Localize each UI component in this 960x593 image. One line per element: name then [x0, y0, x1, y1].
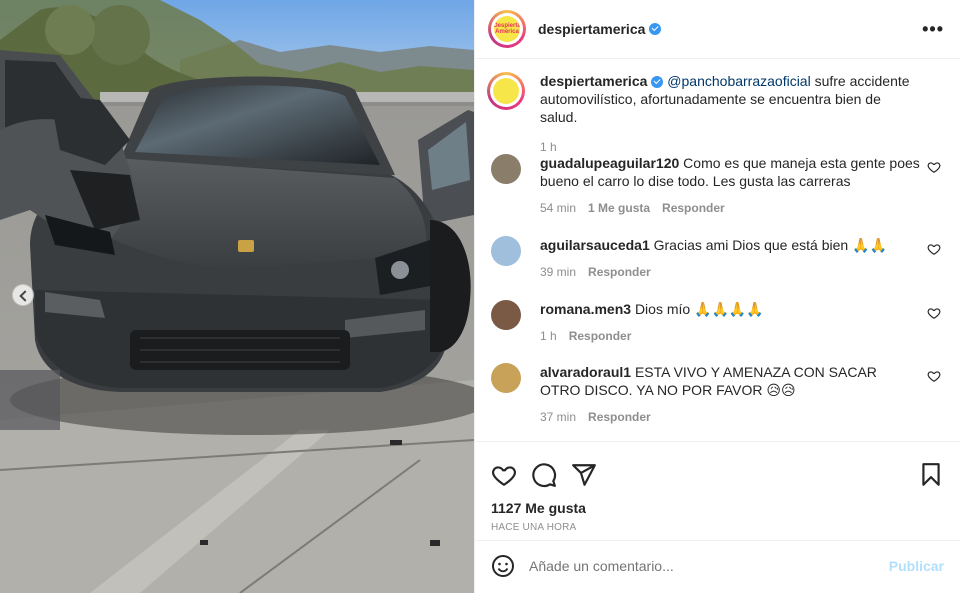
avatar-logo-text: Despierta América — [494, 23, 520, 35]
comment-username[interactable]: guadalupeaguilar120 — [540, 155, 679, 171]
verified-icon — [649, 23, 662, 35]
comment-like-icon[interactable] — [927, 369, 941, 383]
likes-count[interactable]: 1127 Me gusta — [475, 494, 960, 516]
comment-body: Dios mío 🙏🙏🙏🙏 — [634, 301, 764, 317]
bookmark-icon[interactable] — [918, 462, 944, 488]
avatar[interactable]: Despierta América — [488, 10, 526, 48]
post-details-panel: Despierta América despiertamerica ••• de… — [474, 0, 960, 593]
comment-time[interactable]: 54 min — [540, 201, 576, 215]
post-caption: despiertamerica @panchobarrazaoficial su… — [487, 72, 949, 154]
comment-avatar[interactable] — [491, 236, 521, 266]
comment-time[interactable]: 1 h — [540, 329, 557, 343]
comment-item: guadalupeaguilar120 Como es que maneja e… — [491, 154, 949, 215]
comments-list[interactable]: despiertamerica @panchobarrazaoficial su… — [475, 60, 960, 440]
reply-button[interactable]: Responder — [588, 265, 651, 279]
header-username[interactable]: despiertamerica — [538, 21, 645, 37]
post-date: HACE UNA HORA — [491, 522, 577, 533]
more-options-icon[interactable]: ••• — [922, 19, 944, 40]
comment-body: Gracias ami Dios que está bien 🙏🙏 — [653, 237, 887, 253]
post-header: Despierta América despiertamerica ••• — [475, 0, 960, 59]
caption-avatar[interactable] — [487, 72, 525, 110]
comment-likes[interactable]: 1 Me gusta — [588, 201, 650, 215]
heart-icon[interactable] — [491, 462, 517, 488]
caption-text: despiertamerica @panchobarrazaoficial su… — [540, 72, 920, 126]
comment-avatar[interactable] — [491, 363, 521, 393]
emoji-icon[interactable] — [491, 554, 515, 578]
publish-button[interactable]: Publicar — [889, 558, 944, 574]
add-comment-bar: Publicar — [475, 540, 960, 591]
post-image[interactable] — [0, 0, 474, 593]
comment-text: alvaradoraul1 ESTA VIVO Y AMENAZA CON SA… — [540, 363, 920, 399]
comment-avatar[interactable] — [491, 154, 521, 184]
comment-text: romana.men3 Dios mío 🙏🙏🙏🙏 — [540, 300, 920, 318]
comment-username[interactable]: aguilarsauceda1 — [540, 237, 650, 253]
comment-time[interactable]: 39 min — [540, 265, 576, 279]
comment-time[interactable]: 37 min — [540, 410, 576, 424]
crashed-car-photo — [0, 0, 474, 593]
comment-icon[interactable] — [531, 462, 557, 488]
reply-button[interactable]: Responder — [662, 201, 725, 215]
comment-username[interactable]: alvaradoraul1 — [540, 364, 631, 380]
comment-item: alvaradoraul1 ESTA VIVO Y AMENAZA CON SA… — [491, 363, 949, 424]
comment-text: guadalupeaguilar120 Como es que maneja e… — [540, 154, 920, 190]
post-actions: 1127 Me gusta HACE UNA HORA — [475, 441, 960, 533]
comment-input[interactable] — [529, 558, 889, 574]
comment-like-icon[interactable] — [927, 242, 941, 256]
reply-button[interactable]: Responder — [588, 410, 651, 424]
comment-avatar[interactable] — [491, 300, 521, 330]
share-icon[interactable] — [571, 462, 597, 488]
comment-item: romana.men3 Dios mío 🙏🙏🙏🙏 1 h Responder — [491, 300, 949, 343]
caption-mention[interactable]: @panchobarrazaoficial — [667, 73, 810, 89]
comment-like-icon[interactable] — [927, 306, 941, 320]
comment-text: aguilarsauceda1 Gracias ami Dios que est… — [540, 236, 920, 254]
comment-item: aguilarsauceda1 Gracias ami Dios que est… — [491, 236, 949, 279]
carousel-prev-icon[interactable] — [12, 284, 34, 306]
reply-button[interactable]: Responder — [569, 329, 632, 343]
caption-time[interactable]: 1 h — [540, 140, 557, 154]
comment-username[interactable]: romana.men3 — [540, 301, 631, 317]
caption-username[interactable]: despiertamerica — [540, 73, 647, 89]
verified-icon — [651, 76, 664, 89]
comment-like-icon[interactable] — [927, 160, 941, 174]
